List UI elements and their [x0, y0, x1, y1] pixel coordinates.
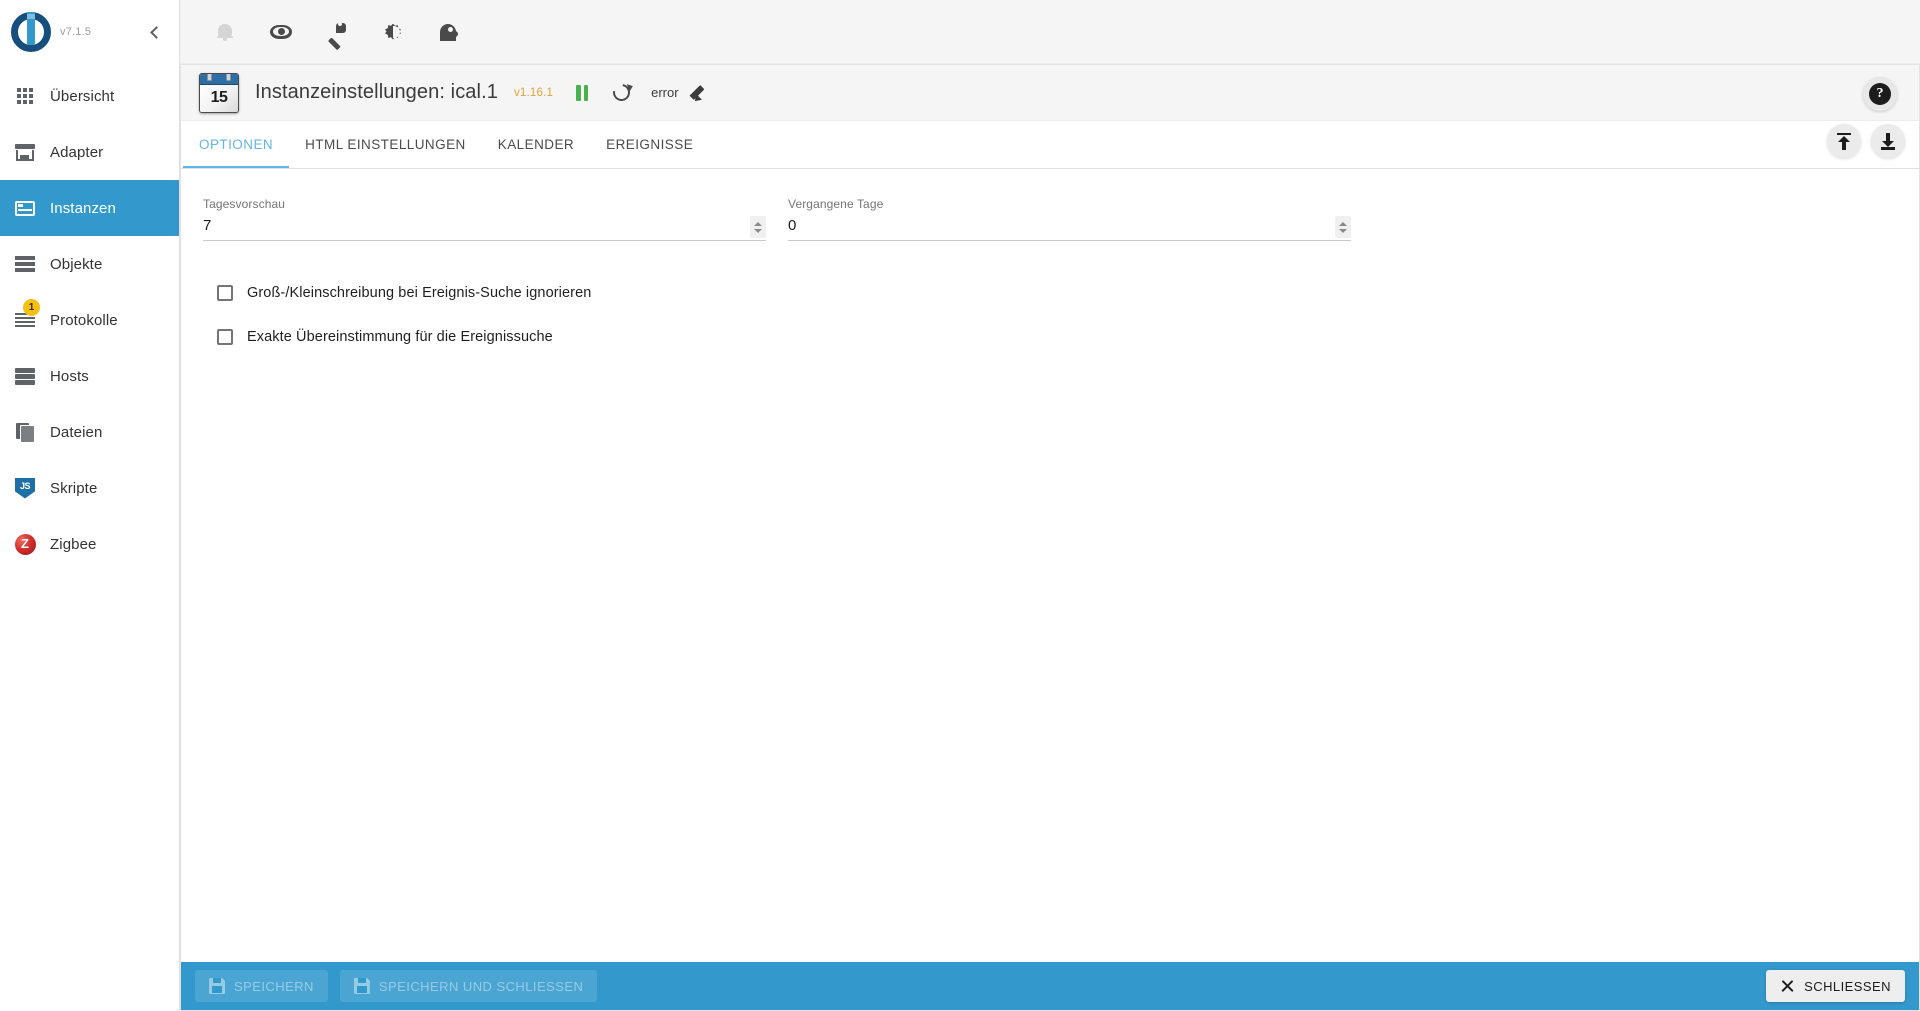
checkbox-box[interactable]	[217, 329, 233, 345]
sidebar-item-dateien[interactable]: Dateien	[0, 404, 179, 460]
sidebar-nav: Übersicht Adapter Instanzen Objekte 1 Pr…	[0, 64, 179, 572]
tab-html-einstellungen[interactable]: HTML Einstellungen	[289, 121, 482, 168]
logs-icon: 1	[12, 299, 40, 332]
logo-dot	[27, 14, 35, 19]
save-and-close-button-label: Speichern und schließen	[378, 978, 584, 994]
sidebar-item-label: Hosts	[50, 367, 89, 385]
sidebar-collapse-button[interactable]	[141, 18, 169, 46]
theme-brightness-icon[interactable]	[378, 17, 408, 47]
content-panel-wrapper: 15 Instanzeinstellungen: ical.1 v1.16.1 …	[180, 64, 1920, 1011]
restart-icon[interactable]	[609, 80, 635, 104]
sidebar: v7.1.5 Übersicht Adapter Instanzen Objek…	[0, 0, 180, 1011]
tab-kalender[interactable]: Kalender	[482, 121, 590, 168]
sidebar-item-hosts[interactable]: Hosts	[0, 348, 179, 404]
field-label: Tagesvorschau	[203, 197, 286, 211]
close-x-icon	[1780, 979, 1795, 994]
app-version: v7.1.5	[60, 26, 92, 38]
pause-icon[interactable]	[571, 82, 593, 104]
top-toolbar	[180, 0, 1920, 64]
field-label: Vergangene Tage	[788, 197, 884, 211]
logs-badge: 1	[23, 299, 40, 316]
sidebar-item-protokolle[interactable]: 1 Protokolle	[0, 292, 179, 348]
instances-icon	[12, 196, 38, 220]
zigbee-icon: Z	[12, 532, 38, 556]
sidebar-item-label: Dateien	[50, 423, 103, 441]
save-button-label: Speichern	[234, 978, 314, 994]
floppy-disk-icon	[353, 978, 370, 994]
main-area: 15 Instanzeinstellungen: ical.1 v1.16.1 …	[180, 0, 1920, 1011]
sidebar-item-label: Zigbee	[50, 535, 97, 553]
calendar-icon: 15	[199, 72, 239, 113]
tab-optionen[interactable]: Optionen	[183, 121, 290, 168]
tabs-bar: Optionen HTML Einstellungen Kalender Ere…	[181, 121, 1919, 169]
sidebar-item-label: Protokolle	[50, 311, 118, 329]
upload-config-icon[interactable]	[1827, 124, 1861, 158]
status-badge: error	[651, 85, 679, 100]
instance-version: v1.16.1	[513, 86, 554, 99]
sidebar-item-label: Objekte	[50, 255, 103, 273]
close-button[interactable]: Schliessen	[1766, 970, 1905, 1002]
footer-action-bar: Speichern Speichern und schließen Schlie…	[181, 962, 1919, 1010]
tab-action-buttons	[1827, 124, 1905, 158]
notifications-bell-icon[interactable]	[210, 17, 240, 47]
options-form: Tagesvorschau Vergangene Tage	[181, 169, 1919, 962]
settings-wrench-icon[interactable]	[322, 17, 352, 50]
expert-mode-eye-icon[interactable]	[266, 17, 296, 47]
server-icon	[12, 364, 38, 388]
stepper-up-icon[interactable]	[1339, 221, 1347, 226]
sidebar-item-zigbee[interactable]: Z Zigbee	[0, 516, 179, 572]
sidebar-item-adapter[interactable]: Adapter	[0, 124, 179, 180]
app-root: v7.1.5 Übersicht Adapter Instanzen Objek…	[0, 0, 1920, 1011]
javascript-icon: JS	[12, 476, 38, 500]
sidebar-item-skripte[interactable]: JS Skripte	[0, 460, 179, 516]
sidebar-item-label: Übersicht	[50, 87, 115, 105]
field-tagesvorschau: Tagesvorschau	[203, 197, 766, 241]
calendar-icon-day: 15	[200, 84, 238, 112]
checkbox-ignore-case[interactable]: Groß-/Kleinschreibung bei Ereignis-Suche…	[203, 271, 1897, 315]
help-label: ?	[1869, 83, 1891, 105]
sidebar-item-label: Instanzen	[50, 199, 116, 217]
sidebar-item-label: Adapter	[50, 143, 104, 161]
vergangene-tage-input[interactable]	[788, 214, 1335, 240]
chevron-left-icon	[150, 25, 163, 39]
checkbox-box[interactable]	[217, 285, 233, 301]
stepper-up-icon[interactable]	[754, 221, 762, 226]
pencil-icon[interactable]	[689, 83, 711, 104]
tab-ereignisse[interactable]: Ereignisse	[590, 121, 709, 168]
page-title: Instanzeinstellungen: ical.1	[255, 81, 498, 103]
field-input-wrap	[203, 213, 766, 241]
checkbox-label: Groß-/Kleinschreibung bei Ereignis-Suche…	[247, 285, 592, 301]
sidebar-item-objekte[interactable]: Objekte	[0, 236, 179, 292]
checkbox-group: Groß-/Kleinschreibung bei Ereignis-Suche…	[203, 271, 1897, 359]
stepper-down-icon[interactable]	[1339, 228, 1347, 233]
sidebar-item-label: Skripte	[50, 479, 98, 497]
vergangene-tage-stepper[interactable]	[1335, 216, 1351, 238]
sidebar-item-uebersicht[interactable]: Übersicht	[0, 68, 179, 124]
list-icon	[12, 252, 38, 276]
user-head-icon[interactable]	[434, 17, 464, 47]
tagesvorschau-stepper[interactable]	[750, 216, 766, 238]
tagesvorschau-input[interactable]	[203, 214, 750, 240]
stepper-down-icon[interactable]	[754, 228, 762, 233]
files-icon	[12, 420, 38, 444]
instance-header: 15 Instanzeinstellungen: ical.1 v1.16.1 …	[181, 65, 1919, 121]
close-button-label: Schliessen	[1804, 978, 1891, 994]
sidebar-item-instanzen[interactable]: Instanzen	[0, 180, 179, 236]
store-icon	[12, 140, 38, 164]
floppy-disk-icon	[209, 978, 225, 994]
save-button[interactable]: Speichern	[195, 970, 328, 1002]
iobroker-logo	[6, 8, 54, 56]
number-fields-row: Tagesvorschau Vergangene Tage	[203, 197, 1351, 241]
help-question-icon[interactable]: ?	[1863, 77, 1897, 111]
checkbox-label: Exakte Übereinstimmung für die Ereigniss…	[247, 329, 553, 345]
checkbox-exact-match[interactable]: Exakte Übereinstimmung für die Ereigniss…	[203, 315, 1897, 359]
sidebar-header: v7.1.5	[0, 0, 179, 64]
field-vergangene-tage: Vergangene Tage	[788, 197, 1351, 241]
download-config-icon[interactable]	[1871, 124, 1905, 158]
grid-icon	[12, 84, 38, 108]
save-and-close-button[interactable]: Speichern und schließen	[339, 970, 598, 1002]
instance-settings-panel: 15 Instanzeinstellungen: ical.1 v1.16.1 …	[180, 64, 1920, 1011]
field-input-wrap	[788, 213, 1351, 241]
